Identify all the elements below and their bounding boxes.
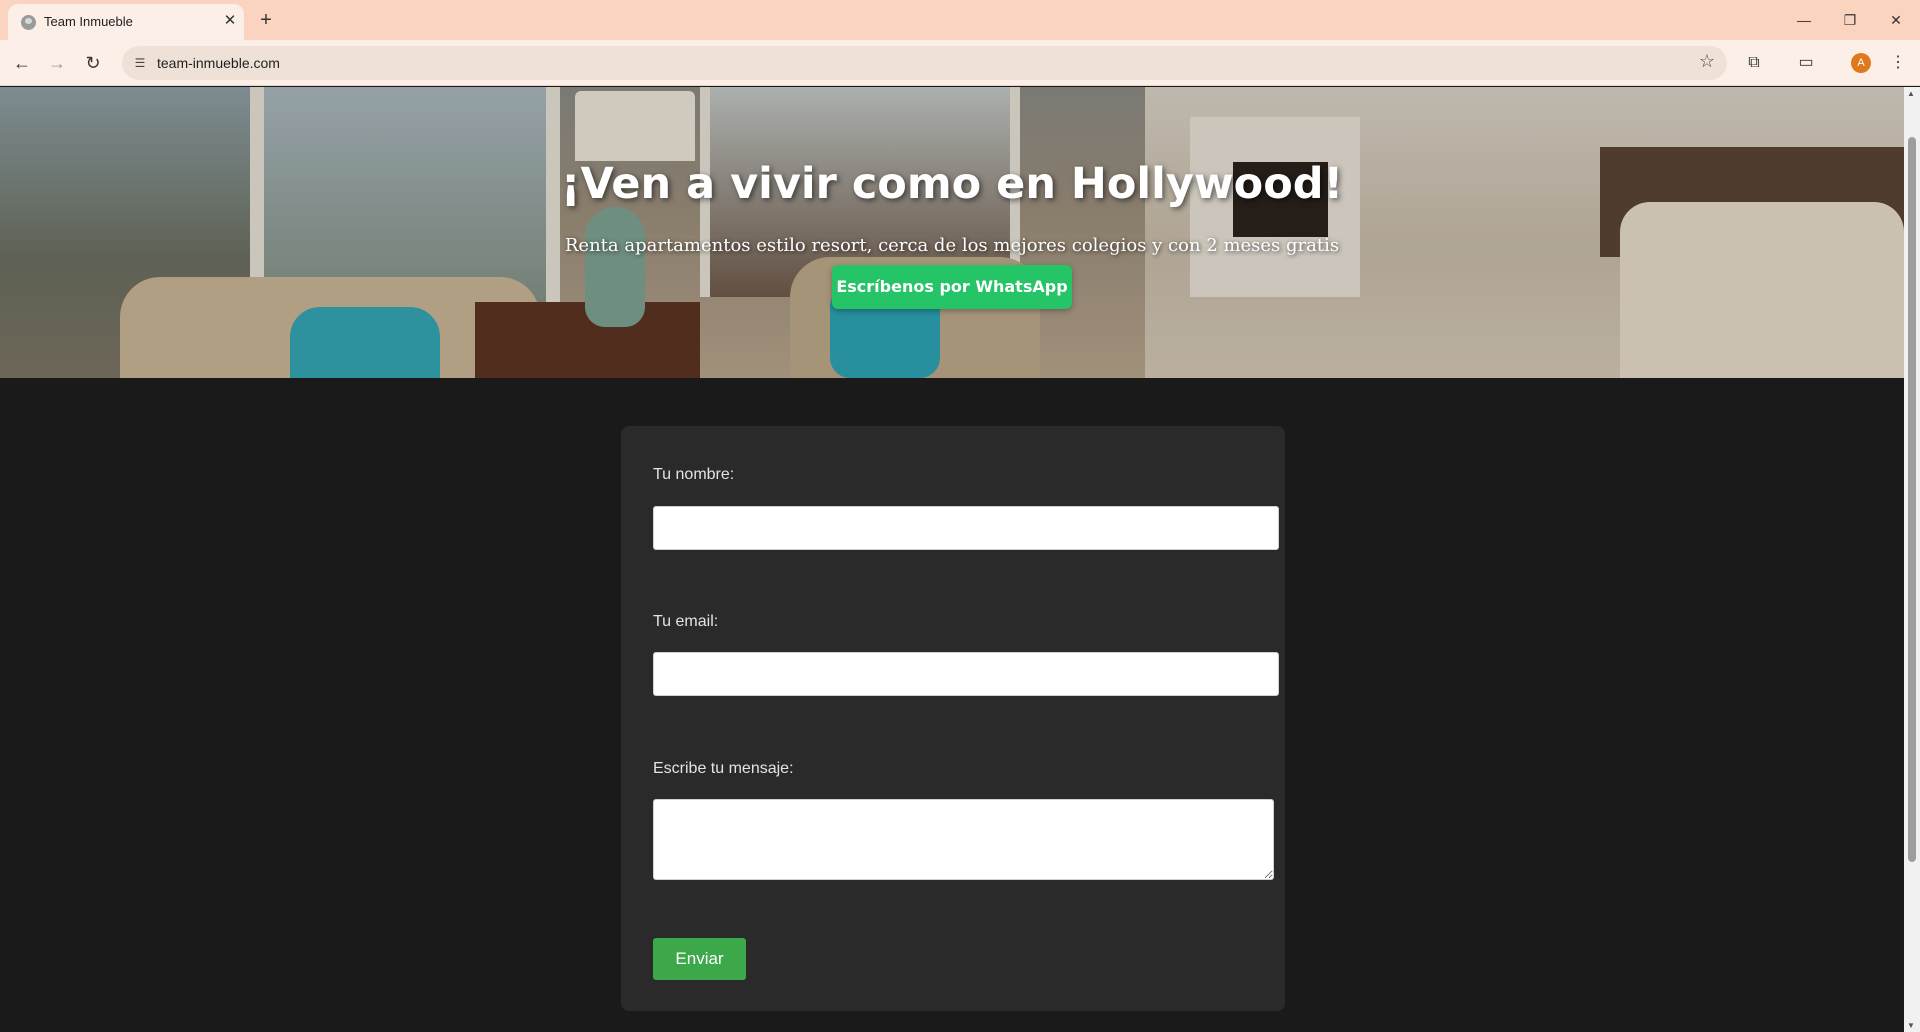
forward-icon[interactable]: → [42,48,72,78]
extensions-icon[interactable]: ⧉ [1740,49,1768,77]
name-label: Tu nombre: [653,466,735,483]
hero-banner: ¡Ven a vivir como en Hollywood! Renta ap… [0,87,1904,378]
address-bar[interactable]: ☰ team-inmueble.com ☆ [122,46,1727,80]
hero-subtitle: Renta apartamentos estilo resort, cerca … [564,235,1340,256]
close-tab-icon[interactable]: ✕ [220,11,240,31]
email-label: Tu email: [653,613,719,630]
page-viewport: ¡Ven a vivir como en Hollywood! Renta ap… [0,87,1904,1032]
browser-toolbar: ← → ↻ ☰ team-inmueble.com ☆ ⧉ ▭ A ⋮ [0,40,1920,86]
globe-icon [21,15,36,30]
media-controls-icon[interactable]: ▭ [1792,49,1820,77]
site-info-icon[interactable]: ☰ [130,53,150,73]
submit-button[interactable]: Enviar [653,938,746,980]
message-field[interactable] [653,799,1274,880]
back-icon[interactable]: ← [7,48,37,78]
email-field[interactable] [653,652,1279,696]
menu-kebab-icon[interactable]: ⋮ [1884,49,1912,77]
profile-avatar[interactable]: A [1851,53,1871,73]
reload-icon[interactable]: ↻ [78,48,108,78]
close-window-icon[interactable]: ✕ [1873,0,1919,40]
hero-title: ¡Ven a vivir como en Hollywood! [560,159,1344,209]
scroll-thumb[interactable] [1908,137,1916,862]
scroll-down-icon[interactable]: ▼ [1907,1021,1915,1030]
bookmark-star-icon[interactable]: ☆ [1699,51,1715,72]
browser-tab[interactable]: Team Inmueble ✕ [8,4,244,40]
scroll-up-icon[interactable]: ▲ [1907,89,1915,98]
new-tab-icon[interactable]: + [254,8,278,32]
whatsapp-button[interactable]: Escríbenos por WhatsApp [832,265,1072,309]
page-scrollbar[interactable]: ▲ ▼ [1904,87,1920,1032]
browser-tab-bar: Team Inmueble ✕ + — ❐ ✕ [0,0,1920,40]
tab-title: Team Inmueble [44,14,133,29]
hero-overlay [0,87,1904,378]
message-label: Escribe tu mensaje: [653,760,794,777]
name-field[interactable] [653,506,1279,550]
url-text[interactable]: team-inmueble.com [157,55,280,71]
minimize-icon[interactable]: — [1781,0,1827,40]
contact-form: Tu nombre: Tu email: Escribe tu mensaje:… [621,426,1285,1011]
restore-icon[interactable]: ❐ [1827,0,1873,40]
